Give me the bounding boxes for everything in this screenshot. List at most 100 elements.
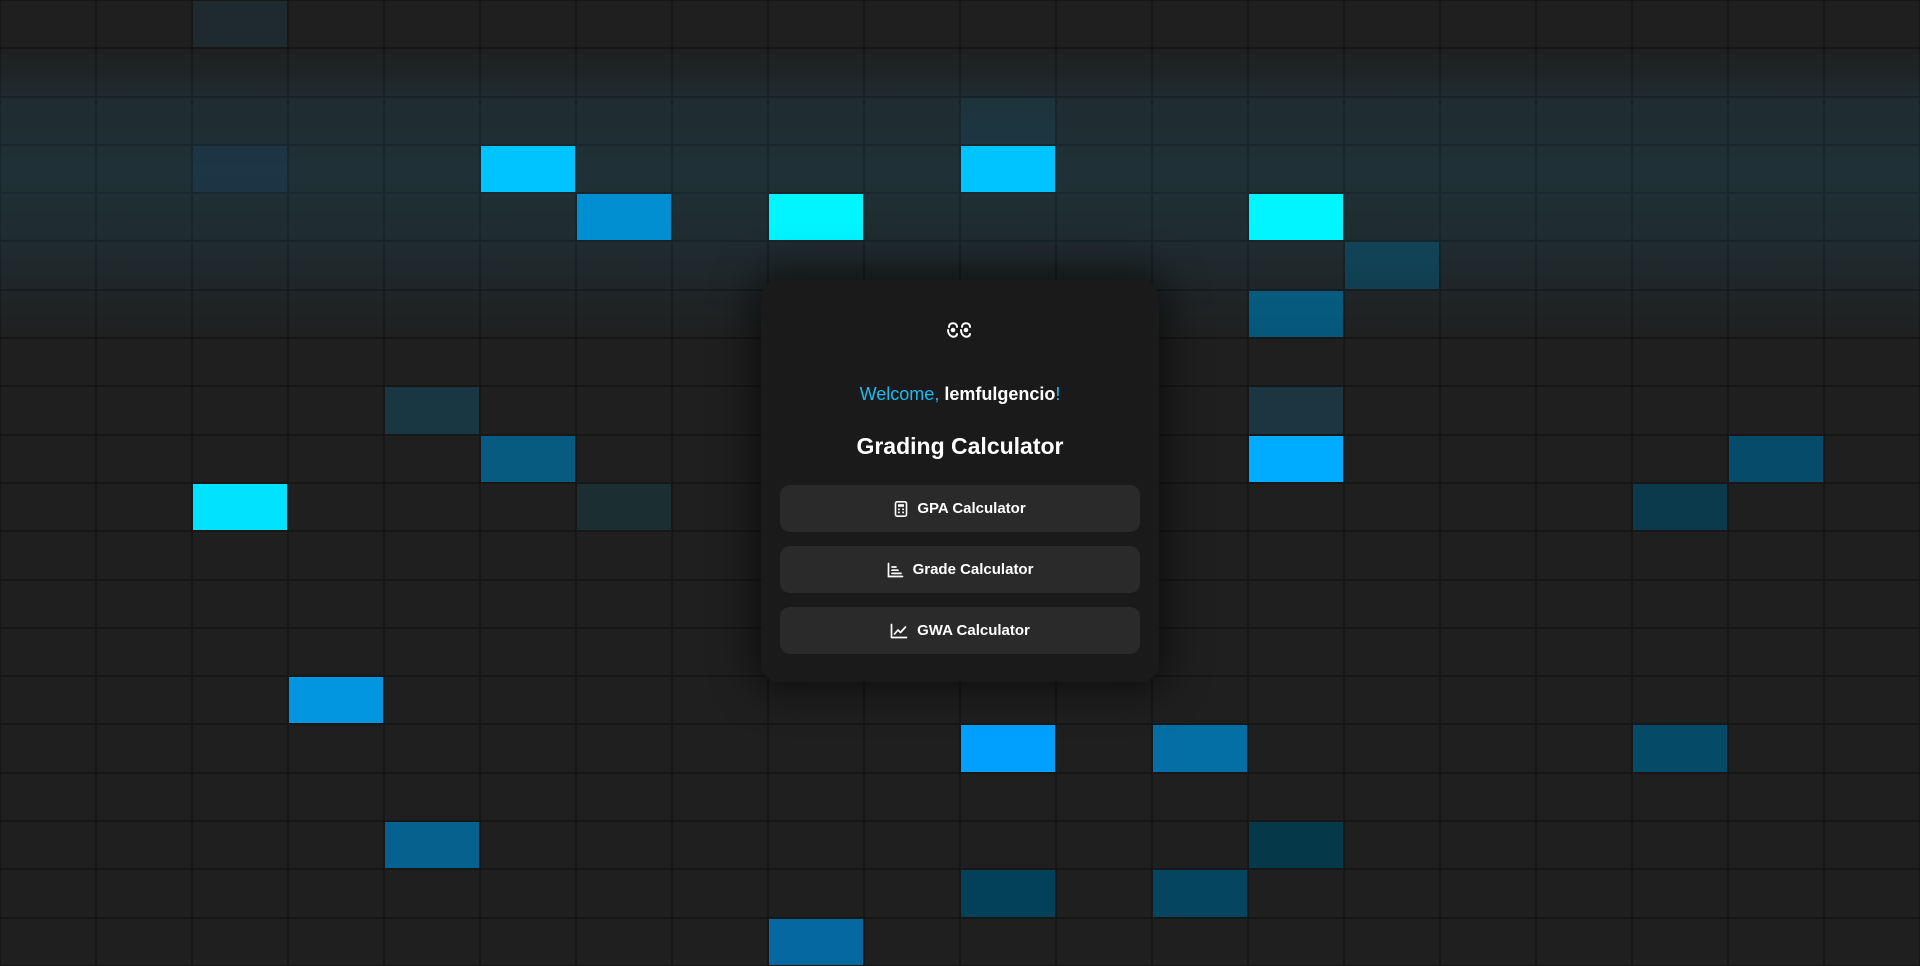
eyes-logo-icon [947,322,971,338]
grid-tile-lit [1344,241,1440,290]
grid-tile [576,241,672,290]
grid-tile [768,144,864,194]
grid-tile [1248,676,1344,725]
grid-tile [480,289,576,339]
grid-tile [1824,241,1920,290]
grid-tile-lit [192,0,288,49]
grid-tile [288,241,384,290]
grid-tile-lit [1248,434,1344,483]
grid-tile [1056,917,1152,966]
grid-tile [1536,144,1632,194]
main-card: Welcome, lemfulgencio! Grading Calculato… [761,280,1159,682]
grid-tile [1152,241,1248,290]
grid-tile [1824,627,1920,677]
grid-tile [192,289,288,339]
grid-tile [1248,338,1344,387]
grid-tile [288,96,384,145]
grid-tile [1824,0,1920,49]
grid-tile [1056,724,1152,773]
grid-tile [864,772,960,822]
grid-tile [1632,676,1728,725]
grid-tile [864,96,960,145]
grid-tile [1632,531,1728,580]
grid-tile-lit [1152,869,1248,918]
grid-tile [672,676,768,725]
grid-tile [1632,96,1728,145]
grid-tile [0,193,96,242]
grid-tile [672,386,768,435]
grid-tile [1344,531,1440,580]
grid-tile [1152,386,1248,435]
grid-tile [0,531,96,580]
grid-tile [768,676,864,725]
grid-tile [1632,386,1728,435]
grid-tile [96,482,192,532]
grid-tile [1248,48,1344,97]
grid-tile [960,0,1056,49]
grid-tile-lit [960,96,1056,145]
grid-tile [1728,338,1824,387]
grid-tile [0,579,96,628]
grid-tile-lit [192,482,288,532]
grid-tile [96,821,192,870]
grid-tile [1440,0,1536,49]
grid-tile [1536,289,1632,339]
grid-tile [1056,96,1152,145]
grid-tile [192,96,288,145]
grid-tile [1824,579,1920,628]
grid-tile [1344,144,1440,194]
grid-tile [1344,386,1440,435]
grid-tile [1248,241,1344,290]
grid-tile [1056,821,1152,870]
grid-tile [1440,772,1536,822]
grid-tile [0,869,96,918]
grid-tile [1056,0,1152,49]
grid-tile [96,96,192,145]
grid-tile [1440,724,1536,773]
grid-tile [0,144,96,194]
grid-tile [576,0,672,49]
grid-tile [1440,96,1536,145]
grid-tile [1632,0,1728,49]
grid-tile [1344,289,1440,339]
grid-tile [1440,434,1536,483]
grid-tile [96,531,192,580]
grid-tile [192,531,288,580]
grid-tile [1536,48,1632,97]
grid-tile [480,482,576,532]
gpa-calculator-button[interactable]: GPA Calculator [780,485,1140,532]
grid-tile [1536,869,1632,918]
grade-calculator-button[interactable]: Grade Calculator [780,546,1140,593]
grid-tile [1824,96,1920,145]
grid-tile [1152,579,1248,628]
grid-tile [1824,821,1920,870]
grid-tile [192,48,288,97]
grid-tile [288,193,384,242]
grid-tile [0,386,96,435]
grid-tile [768,772,864,822]
gwa-calculator-button[interactable]: GWA Calculator [780,607,1140,654]
grid-tile [1536,338,1632,387]
grid-tile [1056,869,1152,918]
grid-tile [960,193,1056,242]
grid-tile [1248,96,1344,145]
grid-tile [1440,531,1536,580]
grid-tile [864,0,960,49]
grid-tile [288,821,384,870]
grid-tile [1056,772,1152,822]
grid-tile-lit [288,676,384,725]
grid-tile [1824,386,1920,435]
grid-tile-lit [384,821,480,870]
grid-tile [288,338,384,387]
grid-tile [1728,772,1824,822]
grid-tile [768,0,864,49]
grid-tile [384,48,480,97]
grid-tile [1440,48,1536,97]
grid-tile [288,289,384,339]
grid-tile [1152,482,1248,532]
grid-tile [1728,144,1824,194]
grid-tile [1056,193,1152,242]
grid-tile [1824,676,1920,725]
grid-tile-lit [960,869,1056,918]
grid-tile [1248,0,1344,49]
